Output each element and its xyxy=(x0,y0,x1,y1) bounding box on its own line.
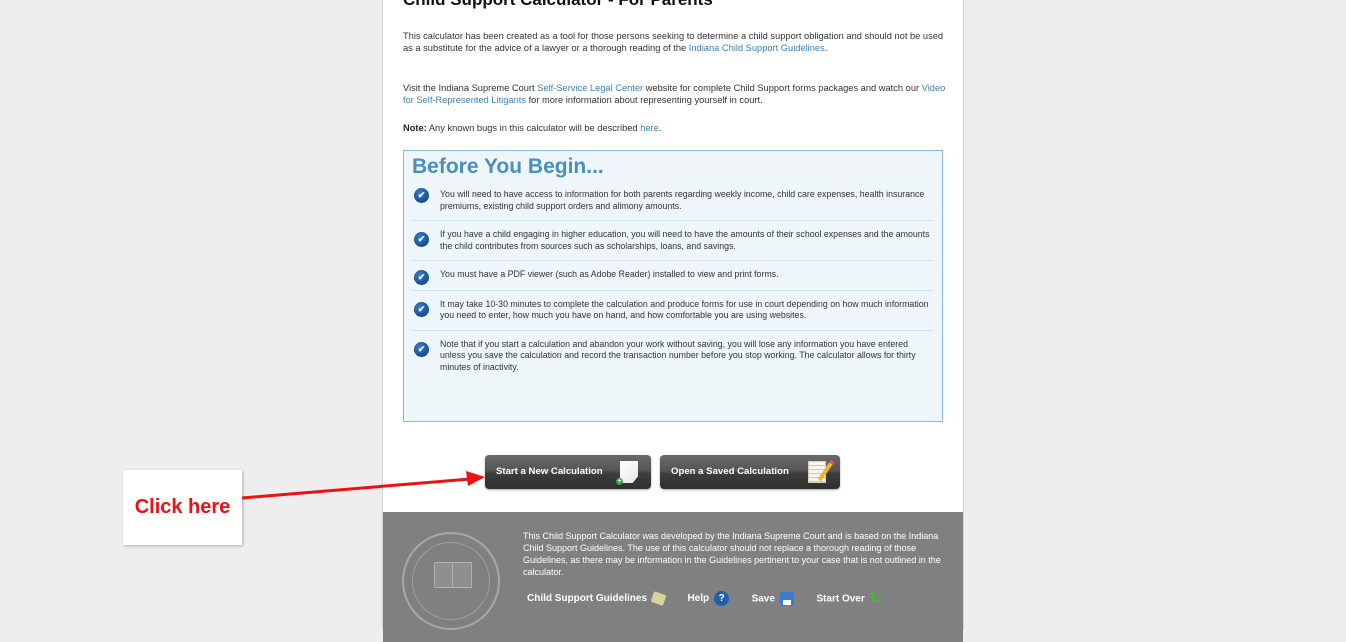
supreme-court-seal-logo xyxy=(402,532,500,630)
check-circle-icon: ✔ xyxy=(414,341,429,357)
main-content: Child Support Calculator - For Parents T… xyxy=(382,0,964,642)
floppy-disk-icon xyxy=(779,591,794,606)
visit-text: Visit the Indiana Supreme Court xyxy=(403,83,538,93)
start-over-label: Start Over xyxy=(816,593,865,605)
intro-text-end: . xyxy=(824,43,828,53)
list-item-text: You will need to have access to informat… xyxy=(440,189,925,211)
plus-icon: + xyxy=(616,478,623,485)
list-item-text: You must have a PDF viewer (such as Adob… xyxy=(440,269,779,279)
note-paragraph: Note: Any known bugs in this calculator … xyxy=(403,122,948,134)
note-text-end: . xyxy=(658,123,662,133)
list-item-text: It may take 10-30 minutes to complete th… xyxy=(440,298,929,321)
note-text: Any known bugs in this calculator will b… xyxy=(426,123,641,133)
book-icon xyxy=(650,591,667,607)
check-circle-icon: ✔ xyxy=(414,301,429,317)
start-new-calculation-button[interactable]: Start a New Calculation + xyxy=(485,455,651,489)
start-new-calculation-label: Start a New Calculation xyxy=(496,466,603,477)
list-item: ✔ It may take 10-30 minutes to complete … xyxy=(404,291,942,330)
footer-links: Child Support Guidelines Help? Save Star… xyxy=(527,590,900,608)
list-item: ✔ You will need to have access to inform… xyxy=(404,185,942,220)
check-circle-icon: ✔ xyxy=(414,270,429,285)
visit-text-2: website for complete Child Support forms… xyxy=(643,83,922,93)
list-item-text: Note that if you start a calculation and… xyxy=(440,338,916,372)
refresh-icon: ↻ xyxy=(869,589,883,607)
save-link[interactable]: Save xyxy=(751,591,794,606)
save-label: Save xyxy=(751,593,775,605)
list-item: ✔ Note that if you start a calculation a… xyxy=(404,331,942,382)
guidelines-link[interactable]: Indiana Child Support Guidelines xyxy=(689,43,825,53)
footer: This Child Support Calculator was develo… xyxy=(383,512,963,642)
help-link[interactable]: Help? xyxy=(687,591,730,607)
visit-paragraph: Visit the Indiana Supreme Court Self-Ser… xyxy=(403,82,948,106)
footer-disclaimer: This Child Support Calculator was develo… xyxy=(523,531,941,577)
click-here-callout: Click here xyxy=(123,470,242,545)
check-circle-icon: ✔ xyxy=(414,232,429,247)
open-saved-calculation-button[interactable]: Open a Saved Calculation xyxy=(660,455,840,489)
note-label: Note: xyxy=(403,123,427,133)
callout-text: Click here xyxy=(134,496,231,518)
seal-book-icon xyxy=(434,562,472,588)
before-you-begin-heading: Before You Begin... xyxy=(412,155,604,178)
open-saved-calculation-label: Open a Saved Calculation xyxy=(671,466,789,477)
help-label: Help xyxy=(687,593,710,605)
before-you-begin-panel: Before You Begin... ✔ You will need to h… xyxy=(403,150,943,422)
page-title: Child Support Calculator - For Parents xyxy=(403,0,713,10)
visit-text-3: for more information about representing … xyxy=(526,95,763,105)
check-circle-icon: ✔ xyxy=(414,188,429,203)
help-icon: ? xyxy=(714,591,730,607)
list-item-text: If you have a child engaging in higher e… xyxy=(440,229,930,251)
guidelines-label: Child Support Guidelines xyxy=(527,593,647,605)
self-service-legal-center-link[interactable]: Self-Service Legal Center xyxy=(537,83,643,93)
requirements-list: ✔ You will need to have access to inform… xyxy=(404,185,942,381)
start-over-link[interactable]: Start Over ↻ xyxy=(816,589,883,607)
intro-text: This calculator has been created as a to… xyxy=(403,31,944,53)
list-item: ✔ You must have a PDF viewer (such as Ad… xyxy=(404,261,942,290)
list-item: ✔ If you have a child engaging in higher… xyxy=(404,221,942,260)
child-support-guidelines-link[interactable]: Child Support Guidelines xyxy=(527,591,667,607)
known-bugs-link[interactable]: here xyxy=(640,123,659,133)
intro-paragraph: This calculator has been created as a to… xyxy=(403,30,948,54)
